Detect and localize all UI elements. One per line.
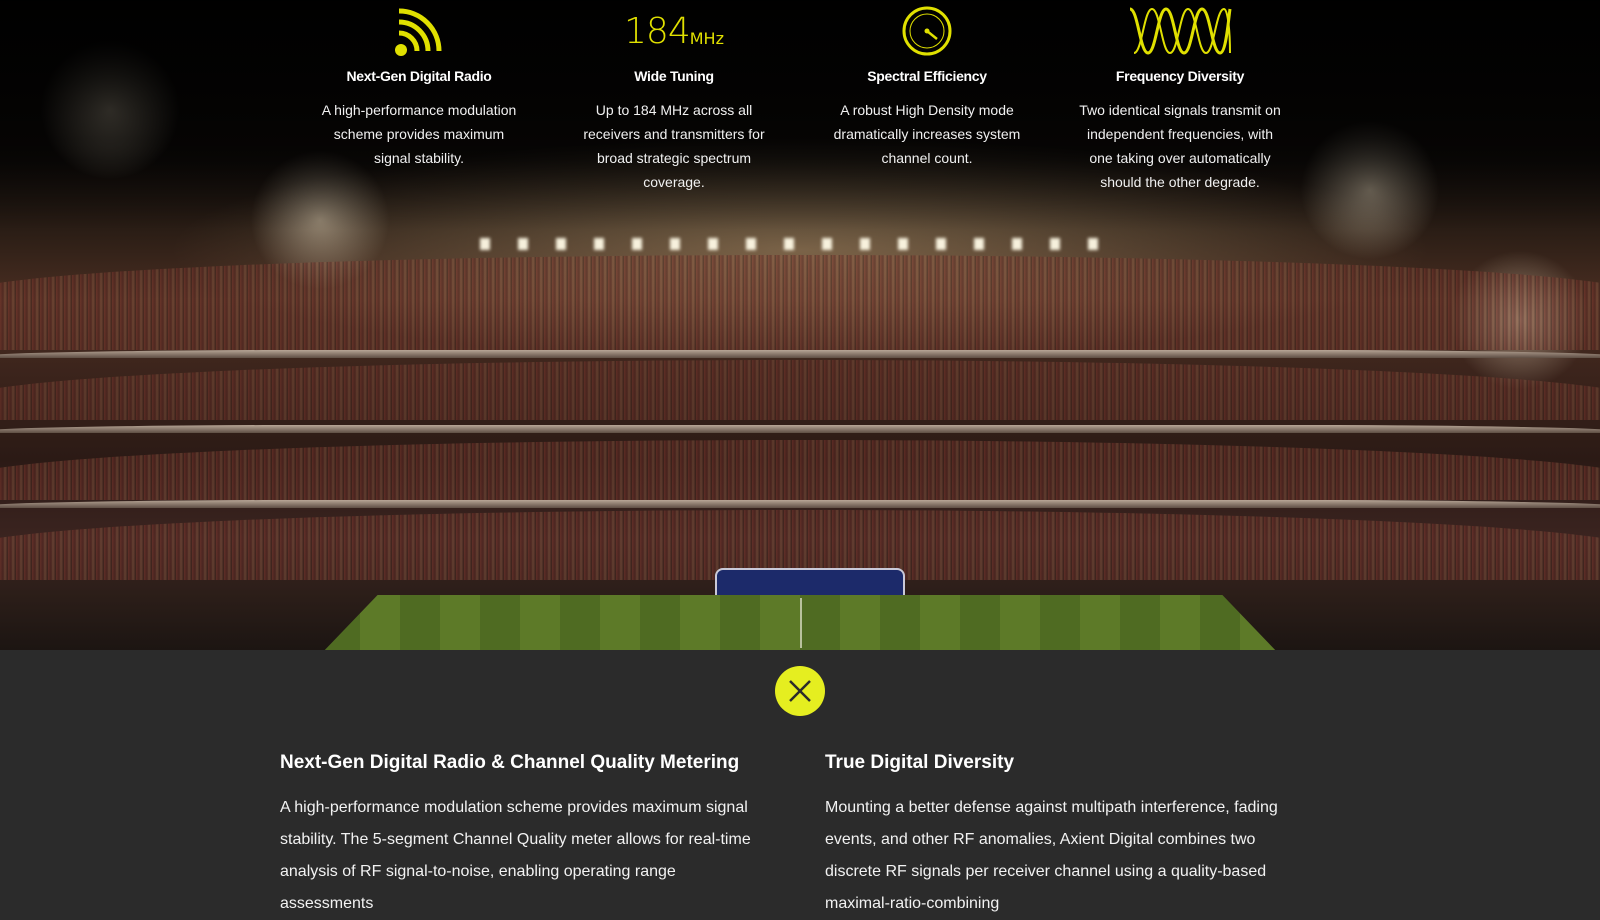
feature-spectral-efficiency: Spectral Efficiency A robust High Densit… [822,0,1032,170]
gauge-icon [822,0,1032,62]
frequency-value: 184 [624,10,691,52]
frequency-unit: MHz [689,28,724,48]
detail-body: Mounting a better defense against multip… [825,799,1278,912]
detail-heading: Next-Gen Digital Radio & Channel Quality… [280,752,740,773]
feature-next-gen-digital-radio: Next-Gen Digital Radio A high-performanc… [314,0,524,170]
feature-description: Up to 184 MHz across all receivers and t… [583,102,765,190]
frequency-readout: 184 MHz [569,0,779,62]
close-button[interactable] [775,666,825,716]
feature-description: Two identical signals transmit on indepe… [1079,102,1281,190]
feature-title: Frequency Diversity [1115,68,1245,84]
detail-digital-diversity: True Digital Diversity Mounting a better… [825,752,1305,920]
detail-heading: True Digital Diversity [825,752,1015,773]
feature-title: Wide Tuning [634,68,714,84]
dual-wave-icon [1075,0,1285,62]
detail-digital-radio: Next-Gen Digital Radio & Channel Quality… [280,752,760,920]
feature-title: Next-Gen Digital Radio [346,68,492,84]
feature-frequency-diversity: Frequency Diversity Two identical signal… [1075,0,1285,194]
feature-description: A robust High Density mode dramatically … [833,102,1021,166]
detail-body: A high-performance modulation scheme pro… [280,799,751,912]
feature-wide-tuning: 184 MHz Wide Tuning Up to 184 MHz across… [569,0,779,194]
radio-waves-icon [314,0,524,62]
feature-title: Spectral Efficiency [867,68,987,84]
feature-strip: Next-Gen Digital Radio A high-performanc… [0,0,1600,230]
close-icon [789,680,811,702]
feature-description: A high-performance modulation scheme pro… [321,102,517,166]
